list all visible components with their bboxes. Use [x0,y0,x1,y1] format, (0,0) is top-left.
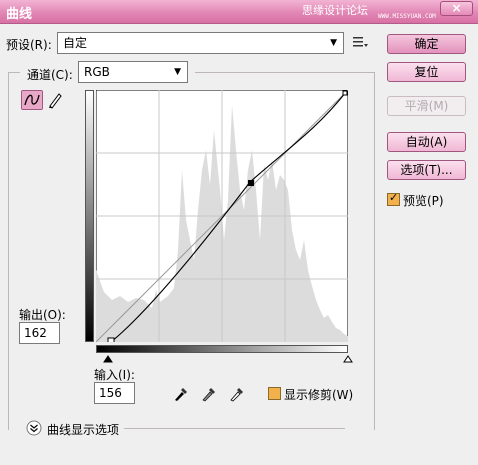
input-input[interactable]: 156 [94,382,135,404]
white-eyedropper-icon[interactable] [228,384,246,402]
close-button[interactable]: × [440,1,473,16]
curve-point-start[interactable] [107,337,115,342]
smooth-button: 平滑(M) [387,96,466,116]
watermark-text: 思缘设计论坛 [302,4,368,17]
chevron-down-icon: ▼ [174,67,181,77]
input-gradient-bar [96,345,348,353]
preset-label: 预设(R): [6,38,52,52]
gray-eyedropper-icon[interactable] [200,384,218,402]
pencil-tool-icon[interactable] [47,91,63,109]
curve-graph[interactable] [96,90,348,342]
reset-button[interactable]: 复位 [387,62,466,82]
input-label: 输入(I): [94,368,135,382]
expand-chevron-icon[interactable] [26,420,42,436]
window-title: 曲线 [6,7,33,22]
show-clipping-checkbox[interactable] [268,387,281,400]
preset-select[interactable]: 自定 ▼ [57,32,344,54]
group-border-top-right [195,72,374,73]
group-border-left [8,72,9,430]
chevron-down-icon: ▼ [330,38,337,48]
preview-label: 预览(P) [403,194,444,208]
show-clipping-label: 显示修剪(W) [284,388,354,402]
preview-checkbox[interactable] [387,191,400,206]
group-border-right [374,72,375,430]
watermark-sub: WWW.MISSYUAN.COM [378,13,436,20]
options-divider [124,428,345,429]
ok-button[interactable]: 确定 [387,34,466,54]
channel-select[interactable]: RGB ▼ [78,61,188,83]
output-label: 输出(O): [19,308,66,322]
output-value: 162 [24,326,47,340]
curve-tool-button[interactable] [21,90,43,110]
black-eyedropper-icon[interactable] [172,384,190,402]
input-value: 156 [99,386,122,400]
curve-point-selected[interactable] [248,180,254,186]
channel-value: RGB [84,65,110,79]
curve-display-options-label: 曲线显示选项 [47,423,120,437]
black-point-slider[interactable] [103,355,113,363]
group-border-top-left [8,72,20,73]
title-bar[interactable]: 曲线 思缘设计论坛 WWW.MISSYUAN.COM × [0,0,478,24]
white-point-slider[interactable] [343,355,353,363]
list-menu-icon[interactable] [353,36,369,48]
output-gradient-bar [85,90,94,342]
output-input[interactable]: 162 [19,322,60,344]
curve-tool-icon [24,94,40,106]
channel-label: 通道(C): [27,68,73,82]
curve-point-end[interactable] [342,90,348,96]
preset-value: 自定 [63,36,88,50]
options-button[interactable]: 选项(T)... [387,160,466,180]
auto-button[interactable]: 自动(A) [387,132,466,152]
